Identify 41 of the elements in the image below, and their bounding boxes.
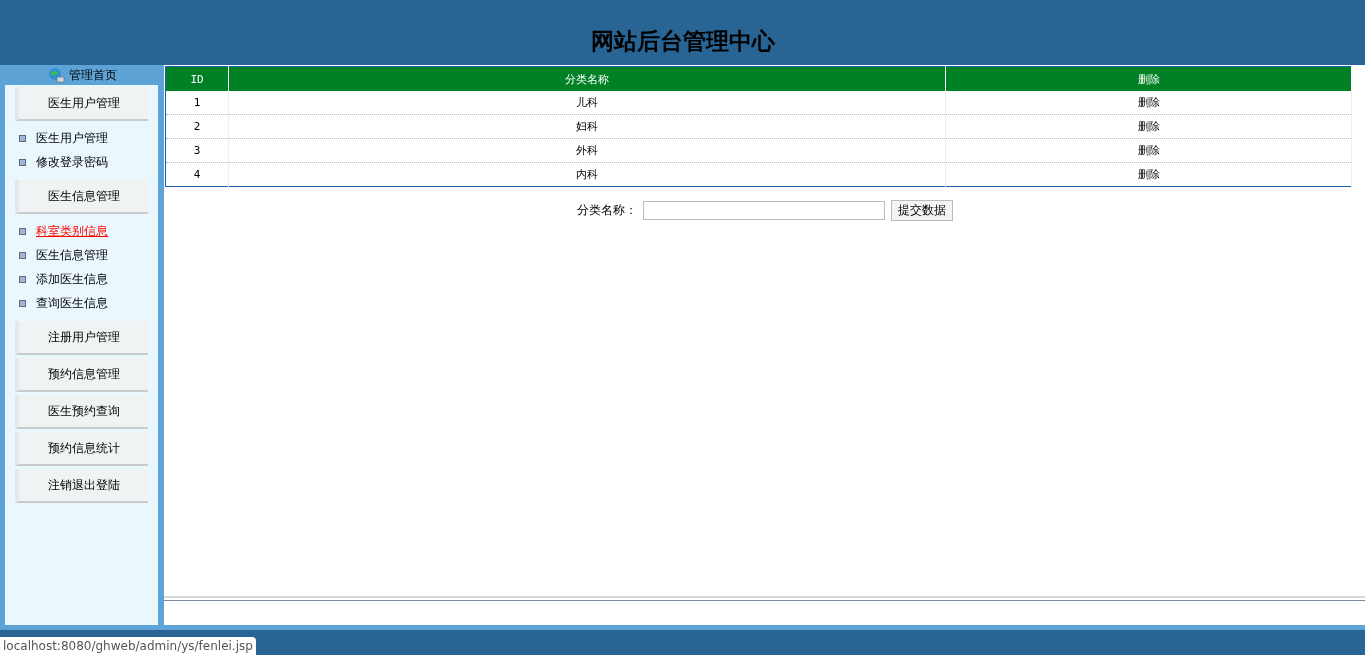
- table-cell: 儿科: [228, 91, 946, 115]
- sidebar-link[interactable]: 医生用户管理: [5, 126, 158, 150]
- bullet-icon: [19, 251, 26, 259]
- column-header: ID: [165, 66, 229, 91]
- status-url: localhost:8080/ghweb/admin/ys/fenlei.jsp: [0, 637, 256, 655]
- delete-link[interactable]: 删除: [945, 162, 1352, 187]
- bullet-icon: [19, 134, 26, 142]
- table-cell: 3: [165, 138, 229, 163]
- table-cell: 外科: [228, 138, 946, 163]
- column-header: 删除: [945, 66, 1352, 91]
- bullet-icon: [19, 275, 26, 283]
- sidebar-link[interactable]: 查询医生信息: [5, 291, 158, 315]
- home-link[interactable]: 管理首页: [68, 66, 117, 84]
- sidebar-link[interactable]: 添加医生信息: [5, 267, 158, 291]
- table-cell: 2: [165, 114, 229, 139]
- section-button[interactable]: 医生预约查询: [15, 395, 148, 429]
- page-title: 网站后台管理中心: [590, 27, 775, 56]
- globe-computer-icon: [46, 67, 65, 83]
- field-label: 分类名称：: [576, 202, 637, 219]
- sidebar-link[interactable]: 医生信息管理: [5, 243, 158, 267]
- delete-link[interactable]: 删除: [945, 91, 1352, 115]
- submit-button[interactable]: 提交数据: [890, 200, 953, 221]
- sidebar-link[interactable]: 修改登录密码: [5, 150, 158, 174]
- column-header: 分类名称: [228, 66, 946, 91]
- bullet-icon: [19, 158, 26, 166]
- bullet-icon: [19, 299, 26, 307]
- section-button[interactable]: 预约信息管理: [15, 358, 148, 392]
- bullet-icon: [19, 227, 26, 235]
- section-button[interactable]: 注册用户管理: [15, 321, 148, 355]
- table-cell: 4: [165, 162, 229, 187]
- section-button[interactable]: 注销退出登陆: [15, 469, 148, 503]
- sidebar-link[interactable]: 科室类别信息: [5, 219, 158, 243]
- delete-link[interactable]: 删除: [945, 114, 1352, 139]
- input-field[interactable]: [642, 201, 885, 220]
- delete-link[interactable]: 删除: [945, 138, 1352, 163]
- section-button[interactable]: 医生用户管理: [15, 87, 148, 121]
- table-cell: 1: [165, 91, 229, 115]
- section-button[interactable]: 预约信息统计: [15, 432, 148, 466]
- table-cell: 妇科: [228, 114, 946, 139]
- section-button[interactable]: 医生信息管理: [15, 180, 148, 214]
- table-cell: 内科: [228, 162, 946, 187]
